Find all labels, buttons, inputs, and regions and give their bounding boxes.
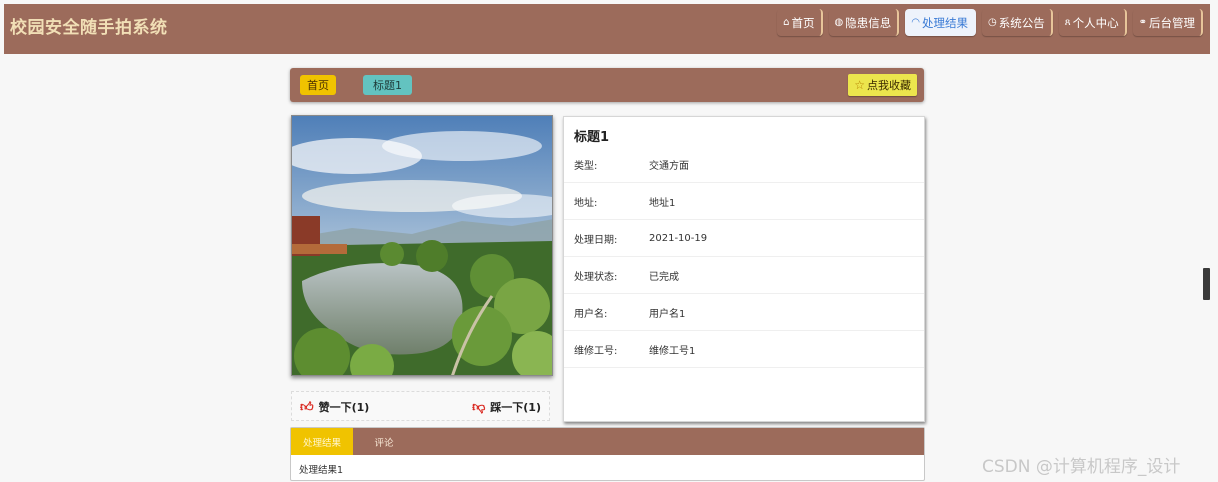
gauge-icon: ◠ (911, 17, 920, 28)
dislike-button[interactable]: 👎︎ 踩一下(1) (472, 399, 541, 415)
nav-label: 系统公告 (998, 15, 1045, 30)
nav-label: 隐患信息 (845, 15, 892, 30)
like-label: 赞一下(1) (318, 401, 370, 414)
detail-title: 标题1 (574, 130, 610, 145)
dislike-label: 踩一下(1) (490, 401, 541, 414)
nav-item-3[interactable]: ◷ 系统公告 (982, 9, 1053, 36)
detail-row: 处理状态: 已完成 (564, 257, 924, 294)
detail-panel: 标题1 类型: 交通方面地址: 地址1 处理日期: 2021-10-19 处理状态: 已完成… (563, 116, 925, 422)
main-nav: ⌂ 首页 ◍ 隐患信息 ◠ 处理结果 ◷ 系统公告 ጸ 个人中心 ⚭ 后台管理 (777, 9, 1203, 36)
nav-item-5[interactable]: ⚭ 后台管理 (1132, 9, 1203, 36)
detail-row-value: 用户名1 (649, 308, 686, 320)
detail-row-value: 2021-10-19 (649, 232, 708, 244)
nav-label: 处理结果 (922, 15, 968, 30)
detail-row-label: 处理日期: (574, 234, 618, 246)
nav-label: 首页 (791, 15, 815, 30)
like-button[interactable]: 👍︎ 赞一下(1) (300, 399, 369, 415)
detail-row: 地址: 地址1 (564, 183, 924, 220)
detail-row-label: 地址: (574, 197, 598, 209)
breadcrumb-home[interactable]: 首页 (300, 75, 336, 95)
nav-item-2[interactable]: ◠ 处理结果 (905, 9, 976, 36)
side-scroll-marker[interactable] (1203, 268, 1210, 300)
detail-row-value: 交通方面 (649, 160, 689, 172)
vote-bar: 👍︎ 赞一下(1) 👎︎ 踩一下(1) (291, 391, 550, 421)
detail-rows: 类型: 交通方面地址: 地址1 处理日期: 2021-10-19 处理状态: 已完成用户名:… (564, 146, 924, 368)
nav-item-0[interactable]: ⌂ 首页 (777, 9, 823, 36)
favorite-button[interactable]: ☆ 点我收藏 (848, 74, 917, 96)
page: 校园安全随手拍系统 ⌂ 首页 ◍ 隐患信息 ◠ 处理结果 ◷ 系统公告 ጸ 个人中心 ⚭ 后台管理 首… (0, 0, 1218, 482)
tab-header: 处理结果 评论 (291, 428, 924, 455)
site-title: 校园安全随手拍系统 (10, 18, 168, 38)
detail-photo (291, 115, 553, 376)
detail-row-label: 维修工号: (574, 345, 618, 357)
nav-item-4[interactable]: ጸ 个人中心 (1058, 9, 1127, 36)
tab-1[interactable]: 评论 (353, 428, 415, 455)
detail-row-value: 已完成 (649, 271, 679, 283)
home-icon: ⌂ (783, 17, 790, 28)
detail-row-value: 地址1 (649, 197, 676, 209)
detail-row-label: 用户名: (574, 308, 608, 320)
breadcrumb: 首页 标题1 ☆ 点我收藏 (290, 68, 924, 102)
result-tabs: 处理结果 评论 处理结果1 (290, 427, 925, 481)
detail-row: 维修工号: 维修工号1 (564, 331, 924, 368)
thumbs-down-icon: 👎︎ (472, 399, 486, 415)
watermark: CSDN @计算机程序_设计 (982, 457, 1181, 477)
top-navbar: 校园安全随手拍系统 ⌂ 首页 ◍ 隐患信息 ◠ 处理结果 ◷ 系统公告 ጸ 个人中心 ⚭ 后台管理 (4, 4, 1210, 54)
star-icon: ☆ (854, 78, 865, 92)
clock-icon: ◷ (988, 17, 997, 28)
breadcrumb-current: 标题1 (363, 75, 412, 95)
link-icon: ⚭ (1138, 17, 1147, 28)
tab-0[interactable]: 处理结果 (291, 428, 353, 455)
globe-icon: ◍ (834, 17, 844, 28)
detail-row-label: 处理状态: (574, 271, 618, 283)
detail-row: 用户名: 用户名1 (564, 294, 924, 331)
nav-item-1[interactable]: ◍ 隐患信息 (828, 9, 900, 36)
detail-row: 处理日期: 2021-10-19 (564, 220, 924, 257)
detail-row: 类型: 交通方面 (564, 146, 924, 183)
thumbs-up-icon: 👍︎ (300, 399, 314, 415)
campus-lake-photo (292, 116, 552, 375)
detail-row-value: 维修工号1 (649, 345, 696, 357)
nav-label: 个人中心 (1072, 15, 1119, 30)
detail-row-label: 类型: (574, 160, 598, 172)
nav-label: 后台管理 (1149, 15, 1195, 30)
tab-content: 处理结果1 (299, 465, 344, 476)
user-icon: ጸ (1064, 17, 1071, 28)
favorite-label: 点我收藏 (867, 79, 911, 92)
